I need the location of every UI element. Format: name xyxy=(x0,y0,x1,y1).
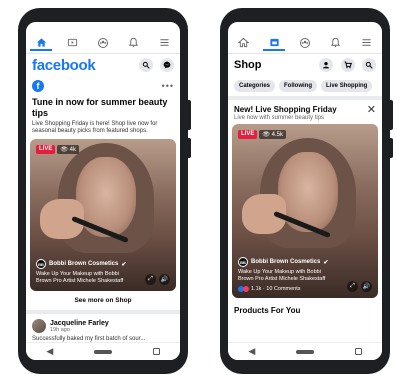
next-post-header: Jacqueline Farley 19h ago xyxy=(26,314,180,335)
facebook-avatar-icon[interactable]: f xyxy=(32,80,44,92)
love-reaction-icon xyxy=(243,286,249,292)
shop-name[interactable]: Bobbi Brown Cosmetics xyxy=(49,261,118,267)
facebook-feed-screen: facebook f ••• Tune in now for summer be… xyxy=(26,22,180,360)
side-button xyxy=(188,100,191,130)
messenger-icon[interactable] xyxy=(160,58,174,72)
viewer-count-value: 4k xyxy=(69,147,76,153)
viewer-count-value: 4.5k xyxy=(271,132,283,138)
page-title: Shop xyxy=(234,59,262,71)
right-phone: Shop Categories Following Live Shopping … xyxy=(220,8,393,374)
avatar[interactable] xyxy=(32,319,46,333)
close-icon[interactable]: ✕ xyxy=(367,105,376,116)
more-options-icon[interactable]: ••• xyxy=(162,81,174,91)
back-icon[interactable]: ◀ xyxy=(248,346,255,357)
fullscreen-icon[interactable]: ⤢ xyxy=(145,274,156,285)
eye-icon: 👁 xyxy=(262,132,270,138)
shop-logo-icon[interactable]: BB xyxy=(36,259,46,269)
groups-icon[interactable] xyxy=(96,36,110,50)
video-caption: Wake Up Your Makeup with Bobbi Brown Pro… xyxy=(36,271,124,284)
shop-logo-icon[interactable]: BB xyxy=(238,257,248,267)
promo-header: New! Live Shopping Friday Live now with … xyxy=(228,100,382,124)
home-pill-icon[interactable] xyxy=(295,349,314,354)
see-more-link[interactable]: See more on Shop xyxy=(26,291,180,314)
side-button xyxy=(390,138,393,158)
status-bar xyxy=(228,22,382,32)
system-nav-bar: ◀ xyxy=(26,342,180,360)
bell-icon[interactable] xyxy=(329,36,343,50)
recent-apps-icon[interactable] xyxy=(354,348,362,355)
side-button xyxy=(390,100,393,130)
live-indicator: LIVE 👁 4k xyxy=(36,145,79,154)
profile-icon[interactable] xyxy=(319,58,334,72)
home-icon[interactable] xyxy=(30,36,53,51)
shop-line: BB Bobbi Brown Cosmetics ✔ xyxy=(238,257,372,267)
chip-following[interactable]: Following xyxy=(279,80,318,92)
live-indicator: LIVE 👁 4.5k xyxy=(238,130,286,139)
watch-icon[interactable] xyxy=(65,36,79,50)
viewer-count: 👁 4.5k xyxy=(259,130,286,139)
eye-icon: 👁 xyxy=(60,147,68,153)
top-navigation xyxy=(228,32,382,54)
status-bar xyxy=(26,22,180,32)
verified-icon: ✔ xyxy=(323,259,329,266)
volume-icon[interactable]: 🔊 xyxy=(159,274,170,285)
post-body: Live Shopping Friday is here! Shop live … xyxy=(32,121,158,134)
section-title: Products For You xyxy=(234,306,301,315)
recent-apps-icon[interactable] xyxy=(152,348,160,355)
left-phone: facebook f ••• Tune in now for summer be… xyxy=(18,8,191,374)
live-video[interactable]: LIVE 👁 4.5k BB Bobbi Brown Cosmetics ✔ W… xyxy=(232,124,378,298)
chip-live-shopping[interactable]: Live Shopping xyxy=(321,80,373,92)
top-navigation xyxy=(26,32,180,54)
search-icon[interactable] xyxy=(362,58,376,72)
chip-categories[interactable]: Categories xyxy=(234,80,276,92)
promo-subtitle: Live now with summer beauty tips xyxy=(234,115,325,121)
menu-icon[interactable] xyxy=(360,36,374,50)
live-video[interactable]: LIVE 👁 4k BB Bobbi Brown Cosmetics ✔ Wak… xyxy=(30,139,176,291)
shop-name[interactable]: Bobbi Brown Cosmetics xyxy=(251,259,320,265)
home-icon[interactable] xyxy=(236,36,250,50)
system-nav-bar: ◀ xyxy=(228,342,382,360)
shop-header: Shop xyxy=(228,54,382,76)
post-time: 19h ago xyxy=(50,326,70,333)
engagement-count[interactable]: 1.1k · 10 Comments xyxy=(251,286,301,292)
facebook-logo: facebook xyxy=(32,56,96,74)
author-name[interactable]: Jacqueline Farley xyxy=(50,320,109,327)
viewer-count: 👁 4k xyxy=(57,145,79,154)
shop-tab-icon[interactable] xyxy=(263,36,286,51)
side-button xyxy=(188,138,191,158)
cart-icon[interactable] xyxy=(340,58,355,72)
post-title: Tune in now for summer beauty tips xyxy=(32,97,168,118)
video-controls: ⤢ 🔊 xyxy=(145,274,170,285)
shop-line: BB Bobbi Brown Cosmetics ✔ xyxy=(36,259,170,269)
brand-row: facebook xyxy=(26,54,180,76)
post-header: f ••• xyxy=(26,76,180,94)
category-chips: Categories Following Live Shopping xyxy=(228,76,382,96)
video-controls: ⤢ 🔊 xyxy=(347,281,372,292)
search-icon[interactable] xyxy=(138,58,153,72)
bell-icon[interactable] xyxy=(127,36,141,50)
volume-icon[interactable]: 🔊 xyxy=(361,281,372,292)
groups-icon[interactable] xyxy=(298,36,312,50)
fullscreen-icon[interactable]: ⤢ xyxy=(347,281,358,292)
back-icon[interactable]: ◀ xyxy=(46,346,53,357)
home-pill-icon[interactable] xyxy=(93,349,112,354)
live-badge: LIVE xyxy=(238,130,258,139)
verified-icon: ✔ xyxy=(121,261,127,268)
promo-title: New! Live Shopping Friday xyxy=(234,105,337,114)
live-badge: LIVE xyxy=(36,145,56,154)
shop-screen: Shop Categories Following Live Shopping … xyxy=(228,22,382,360)
menu-icon[interactable] xyxy=(158,36,172,50)
video-caption: Wake Up Your Makeup with Bobbi Brown Pro… xyxy=(238,269,326,282)
